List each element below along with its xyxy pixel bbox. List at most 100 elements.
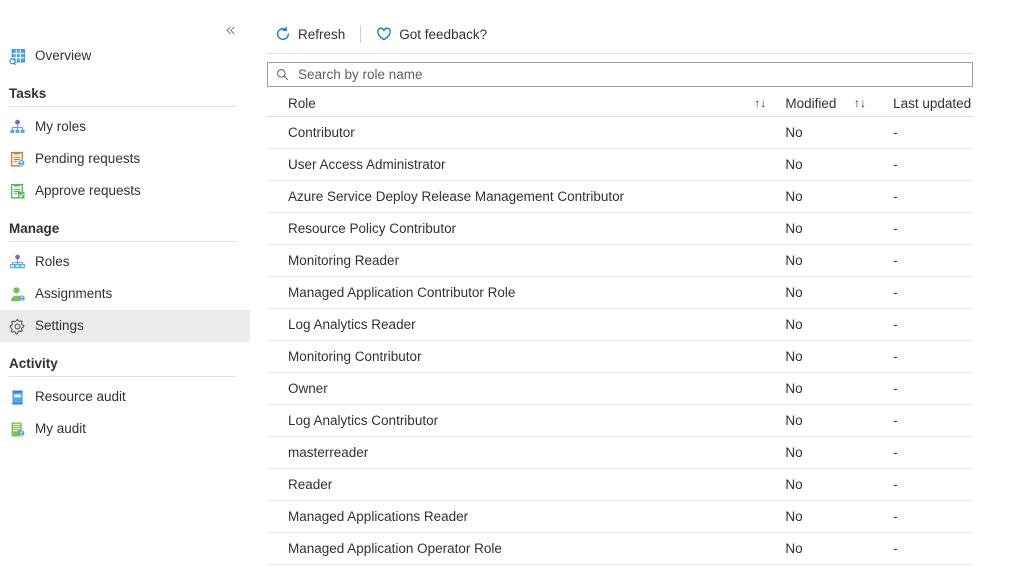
cell-role: masterreader: [267, 445, 745, 460]
sidebar-group-divider: [9, 106, 236, 107]
sidebar: Overview Tasks My roles: [0, 0, 250, 587]
sort-modified-icon[interactable]: ↑↓: [845, 96, 875, 110]
pending-requests-icon: [9, 151, 26, 168]
table-row[interactable]: Managed Application Contributor RoleNo-: [267, 277, 980, 308]
table-row[interactable]: masterreader No -: [267, 437, 980, 468]
refresh-button[interactable]: Refresh: [267, 20, 353, 48]
grid-icon: [9, 48, 26, 65]
table-row[interactable]: Contributor No -: [267, 117, 980, 148]
cell-last-updated: -: [875, 413, 980, 428]
approve-requests-icon: [9, 183, 26, 200]
sidebar-group-title-activity: Activity: [0, 342, 250, 376]
command-bar-divider: [360, 25, 361, 43]
table-row[interactable]: Owner No -: [267, 373, 980, 404]
search-icon: [276, 68, 289, 81]
sidebar-item-pending-requests[interactable]: Pending requests: [0, 143, 250, 175]
sidebar-group-divider: [9, 241, 236, 242]
column-header-role[interactable]: Role: [267, 96, 745, 111]
cell-role: Managed Applications Reader: [267, 509, 745, 524]
cell-modified: No: [775, 541, 845, 556]
chevron-double-left-icon[interactable]: [218, 18, 242, 42]
cell-last-updated: -: [875, 285, 980, 300]
my-audit-icon: [9, 421, 26, 438]
cell-modified: No: [775, 189, 845, 204]
sidebar-group-title-manage: Manage: [0, 207, 250, 241]
table-row[interactable]: Azure Service Deploy Release Management …: [267, 181, 980, 212]
cell-last-updated: -: [875, 157, 980, 172]
sidebar-item-roles[interactable]: Roles: [0, 246, 250, 278]
sidebar-item-overview[interactable]: Overview: [0, 40, 250, 72]
cell-modified: No: [775, 125, 845, 140]
cell-last-updated: -: [875, 125, 980, 140]
table-row[interactable]: User Access AdministratorNo-: [267, 149, 980, 180]
resource-audit-icon: [9, 389, 26, 406]
cell-last-updated: -: [875, 541, 980, 556]
cell-last-updated: -: [875, 221, 980, 236]
search-box[interactable]: [267, 62, 973, 87]
got-feedback-button[interactable]: Got feedback?: [368, 20, 495, 48]
sidebar-item-my-roles[interactable]: My roles: [0, 111, 250, 143]
table-row[interactable]: Monitoring ContributorNo-: [267, 341, 980, 372]
gear-icon: [9, 318, 26, 335]
column-header-modified[interactable]: Modified: [775, 96, 845, 111]
cell-role: Owner: [267, 381, 745, 396]
cell-last-updated: -: [875, 477, 980, 492]
sidebar-item-settings[interactable]: Settings: [0, 310, 250, 342]
cell-modified: No: [775, 157, 845, 172]
sidebar-nav: Overview Tasks My roles: [0, 40, 250, 445]
table-row-divider: [267, 564, 973, 565]
sidebar-group-title-tasks: Tasks: [0, 72, 250, 106]
sidebar-item-assignments[interactable]: Assignments: [0, 278, 250, 310]
sidebar-group-divider: [9, 376, 236, 377]
table-row[interactable]: Resource Policy Contributor No -: [267, 213, 980, 244]
sidebar-item-approve-requests[interactable]: Approve requests: [0, 175, 250, 207]
heart-icon: [376, 26, 392, 42]
sidebar-item-label: My audit: [35, 422, 86, 437]
cell-modified: No: [775, 477, 845, 492]
roles-table: Role ↑↓ Modified ↑↓ Last updated Contrib…: [267, 90, 980, 565]
cell-last-updated: -: [875, 253, 980, 268]
cell-modified: No: [775, 253, 845, 268]
sidebar-item-label: Roles: [35, 255, 70, 270]
cell-modified: No: [775, 381, 845, 396]
sidebar-item-label: Resource audit: [35, 390, 126, 405]
sort-role-icon[interactable]: ↑↓: [745, 96, 775, 110]
roles-icon: [9, 254, 26, 271]
sidebar-item-resource-audit[interactable]: Resource audit: [0, 381, 250, 413]
cell-last-updated: -: [875, 445, 980, 460]
cell-last-updated: -: [875, 317, 980, 332]
table-row[interactable]: Log Analytics Contributor No -: [267, 405, 980, 436]
cell-modified: No: [775, 317, 845, 332]
sidebar-item-label: Assignments: [35, 287, 112, 302]
cell-role: Log Analytics Reader: [267, 317, 745, 332]
sidebar-item-my-audit[interactable]: My audit: [0, 413, 250, 445]
command-bar: Refresh Got feedback?: [267, 20, 495, 48]
cell-role: Resource Policy Contributor: [267, 221, 745, 236]
got-feedback-label: Got feedback?: [399, 27, 487, 42]
search-input[interactable]: [296, 63, 964, 86]
cell-role: Contributor: [267, 125, 745, 140]
table-row[interactable]: Monitoring ReaderNo-: [267, 245, 980, 276]
table-row[interactable]: Managed Applications ReaderNo-: [267, 501, 980, 532]
cell-role: Log Analytics Contributor: [267, 413, 745, 428]
cell-modified: No: [775, 445, 845, 460]
cell-last-updated: -: [875, 381, 980, 396]
my-roles-icon: [9, 119, 26, 136]
table-row[interactable]: Log Analytics Reader No -: [267, 309, 980, 340]
cell-last-updated: -: [875, 189, 980, 204]
cell-modified: No: [775, 285, 845, 300]
cell-modified: No: [775, 413, 845, 428]
table-row[interactable]: Managed Application Operator RoleNo-: [267, 533, 980, 564]
sidebar-item-label: My roles: [35, 120, 86, 135]
cell-modified: No: [775, 349, 845, 364]
cell-role: Reader: [267, 477, 745, 492]
table-header-row: Role ↑↓ Modified ↑↓ Last updated: [267, 90, 980, 116]
table-row[interactable]: Reader No -: [267, 469, 980, 500]
cell-modified: No: [775, 221, 845, 236]
sidebar-item-label: Pending requests: [35, 152, 140, 167]
assignments-icon: [9, 286, 26, 303]
refresh-label: Refresh: [298, 27, 345, 42]
sidebar-item-label: Approve requests: [35, 184, 141, 199]
column-header-last-updated[interactable]: Last updated: [875, 96, 980, 111]
content-area: Refresh Got feedback? Role ↑↓: [260, 0, 1011, 587]
